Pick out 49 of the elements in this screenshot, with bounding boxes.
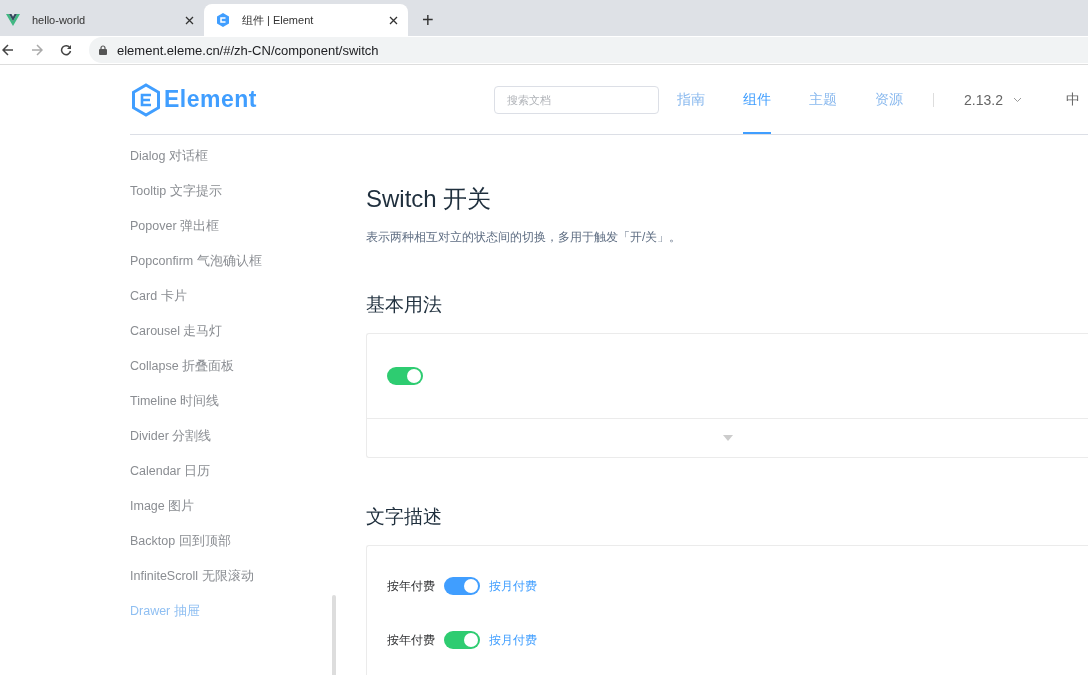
nav-link[interactable]: 主题 — [809, 65, 837, 134]
hexagon-logo-icon — [216, 13, 230, 27]
chevron-down-icon — [1012, 96, 1022, 103]
sidebar-item[interactable]: Timeline 时间线 — [130, 393, 366, 428]
new-tab-button[interactable]: + — [408, 10, 434, 36]
section-heading: 文字描述 — [366, 505, 443, 529]
sidebar-item[interactable]: Image 图片 — [130, 498, 366, 533]
v-logo-icon — [6, 14, 20, 26]
reload-icon[interactable] — [60, 44, 72, 56]
page-title: Switch 开关 — [366, 184, 493, 214]
switch-label: 按月付费 — [489, 577, 537, 595]
sidebar-item[interactable]: Dialog 对话框 — [130, 148, 366, 183]
close-icon[interactable] — [389, 15, 398, 25]
logo-text: Element — [164, 86, 257, 113]
browser-tab[interactable]: 组件 | Element — [204, 4, 408, 36]
sidebar-item[interactable]: Drawer 抽屉 — [130, 603, 366, 638]
sidebar-item[interactable]: Backtop 回到顶部 — [130, 533, 366, 568]
toggle-switch[interactable] — [444, 577, 480, 595]
lock-icon — [99, 45, 107, 55]
sidebar-item[interactable]: Popover 弹出框 — [130, 218, 366, 253]
nav-link[interactable]: 组件 — [743, 65, 771, 134]
sidebar-item[interactable]: InfiniteScroll 无限滚动 — [130, 568, 366, 603]
switch-label: 按年付费 — [387, 577, 435, 595]
language-link[interactable]: 中 — [1065, 90, 1080, 109]
sidebar-item[interactable]: Tooltip 文字提示 — [130, 183, 366, 218]
toggle-switch[interactable] — [387, 367, 423, 385]
close-icon[interactable] — [185, 15, 194, 25]
toggle-switch[interactable] — [444, 631, 480, 649]
section-heading: 基本用法 — [366, 293, 443, 317]
search-field[interactable]: 搜索文档 — [494, 85, 659, 114]
version-dropdown[interactable]: 2.13.2 — [964, 91, 1022, 108]
browser-tab[interactable]: hello-world — [0, 4, 204, 36]
switch-label: 按月付费 — [489, 631, 537, 649]
nav-link[interactable]: 资源 — [875, 65, 903, 134]
back-icon[interactable] — [2, 44, 14, 56]
scrollbar[interactable] — [332, 595, 336, 675]
sidebar-item[interactable]: Popconfirm 气泡确认框 — [130, 253, 366, 288]
sidebar-item[interactable]: Collapse 折叠面板 — [130, 358, 366, 393]
nav-link[interactable]: 指南 — [677, 65, 705, 134]
hexagon-logo-icon — [130, 82, 162, 117]
address-field[interactable]: element.eleme.cn/#/zh-CN/component/switch — [89, 37, 1088, 63]
forward-icon[interactable] — [31, 44, 43, 56]
sidebar-item[interactable]: Calendar 日历 — [130, 463, 366, 498]
sidebar-item[interactable]: Card 卡片 — [130, 288, 366, 323]
switch-label: 按年付费 — [387, 631, 435, 649]
caret-down-icon[interactable] — [722, 435, 733, 441]
page-description: 表示两种相互对立的状态间的切换，多用于触发「开/关」。 — [366, 229, 683, 246]
sidebar-item[interactable]: Carousel 走马灯 — [130, 323, 366, 358]
sidebar-item[interactable]: Divider 分割线 — [130, 428, 366, 463]
